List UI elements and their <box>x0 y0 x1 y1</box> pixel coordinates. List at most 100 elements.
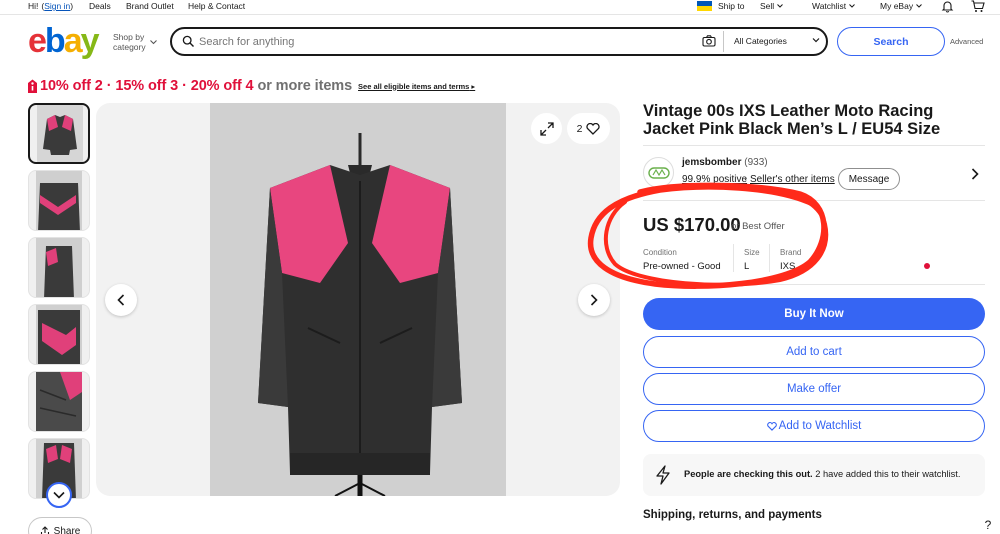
camera-icon[interactable] <box>702 35 716 47</box>
thumbnail-4[interactable] <box>28 304 90 365</box>
thumbnail-image <box>37 105 83 162</box>
add-to-cart-button[interactable]: Add to cart <box>643 336 985 368</box>
notice-text: People are checking this out. 2 have add… <box>684 469 960 479</box>
lightning-icon <box>656 465 670 485</box>
see-eligible-items-link[interactable]: See all eligible items and terms ▸ <box>358 82 475 91</box>
thumbnail-image <box>36 171 82 230</box>
seller-logo-icon <box>647 166 670 179</box>
shop-by-line2: category <box>113 42 146 52</box>
heart-icon <box>766 421 777 431</box>
main-image-viewer[interactable] <box>96 103 620 496</box>
promo-text: 10% off 2 · 15% off 3 · 20% off 4 or mor… <box>40 78 353 94</box>
see-eligible-items-label: See all eligible items and terms <box>358 81 470 91</box>
shop-by-category-button[interactable]: Shop by category <box>113 32 157 52</box>
promo-tail: or more items <box>257 78 353 94</box>
seller-feedback-count: (933) <box>744 157 768 168</box>
logo-letter: e <box>28 22 47 60</box>
thumbnail-scroll-down-button[interactable] <box>46 482 72 508</box>
expand-image-button[interactable] <box>531 113 562 144</box>
spec-separator <box>733 244 734 272</box>
item-title: Vintage 00s IXS Leather Moto Racing Jack… <box>643 102 941 138</box>
sell-label: Sell <box>760 1 775 11</box>
chevron-down-icon <box>777 4 784 8</box>
search-input[interactable] <box>199 33 679 51</box>
my-ebay-menu[interactable]: My eBay <box>880 1 922 11</box>
thumbnail-2[interactable] <box>28 170 90 231</box>
bell-icon <box>941 1 954 13</box>
notice-bold: People are checking this out. <box>684 469 813 479</box>
chevron-down-icon[interactable] <box>812 37 820 43</box>
seller-avatar[interactable] <box>643 157 674 188</box>
chevron-down-icon <box>916 4 922 8</box>
seller-divider <box>643 200 985 201</box>
cart-button[interactable] <box>971 0 985 13</box>
help-icon[interactable]: ? <box>979 516 997 534</box>
message-seller-button[interactable]: Message <box>838 168 900 190</box>
add-to-watchlist-label: Add to Watchlist <box>778 420 862 432</box>
seller-name[interactable]: jemsbomber (933) <box>682 157 768 168</box>
ship-to-button[interactable]: Ship to <box>697 1 744 11</box>
chevron-left-icon <box>117 294 125 306</box>
sell-menu[interactable]: Sell <box>760 1 784 11</box>
help-contact-link[interactable]: Help & Contact <box>188 1 245 11</box>
logo-letter: a <box>63 22 83 60</box>
brand-outlet-link[interactable]: Brand Outlet <box>126 1 174 11</box>
top-divider <box>0 14 1000 15</box>
seller-positive-link[interactable]: 99.9% positive <box>682 174 747 185</box>
product-photo <box>210 103 506 496</box>
brand-label: Brand <box>780 248 802 257</box>
brand-value: IXS <box>780 261 796 272</box>
search-icon <box>182 35 194 47</box>
greeting: Hi! (Sign in) <box>28 1 74 11</box>
category-select[interactable]: All Categories <box>734 36 787 46</box>
thumbnail-image <box>36 372 82 431</box>
chevron-right-icon <box>590 294 598 306</box>
thumbnail-3[interactable] <box>28 237 90 298</box>
watch-count-button[interactable]: 2 <box>567 113 610 144</box>
specs-divider <box>643 284 985 285</box>
previous-image-button[interactable] <box>105 284 137 316</box>
promo-offer-3: 20% off 4 <box>190 78 254 94</box>
notice-rest: 2 have added this to their watchlist. <box>815 469 961 479</box>
thumbnail-1[interactable] <box>28 103 90 164</box>
watchlist-menu[interactable]: Watchlist <box>812 1 856 11</box>
heart-icon <box>586 122 601 135</box>
condition-label: Condition <box>643 248 677 257</box>
thumbnail-image <box>36 305 82 364</box>
logo-letter: b <box>44 22 66 60</box>
sign-in-link[interactable]: Sign in <box>44 1 70 11</box>
cart-icon <box>971 0 985 12</box>
chevron-right-icon[interactable] <box>970 168 980 180</box>
spec-separator <box>769 244 770 272</box>
seller-other-items-link[interactable]: Seller's other items <box>750 174 835 185</box>
shipping-returns-header[interactable]: Shipping, returns, and payments <box>643 509 822 521</box>
size-label: Size <box>744 248 760 257</box>
ebay-logo[interactable]: ebay <box>28 22 100 60</box>
condition-value: Pre-owned - Good <box>643 261 721 272</box>
ship-to-label: Ship to <box>718 1 745 11</box>
thumbnail-5[interactable] <box>28 371 90 432</box>
shop-by-line1: Shop by <box>113 32 145 42</box>
share-button[interactable]: Share <box>28 517 92 534</box>
share-label: Share <box>53 525 81 534</box>
notifications-button[interactable] <box>941 0 954 13</box>
make-offer-button[interactable]: Make offer <box>643 373 985 405</box>
red-circle-annotation <box>587 182 829 289</box>
seller-username: jemsbomber <box>682 157 742 168</box>
add-to-watchlist-button[interactable]: Add to Watchlist <box>643 410 985 442</box>
advanced-search-link[interactable]: Advanced <box>950 37 983 46</box>
logo-letter: y <box>80 22 100 60</box>
next-image-button[interactable] <box>578 284 610 316</box>
promo-banner: 10% off 2 · 15% off 3 · 20% off 4 or mor… <box>27 77 475 95</box>
watch-count: 2 <box>576 122 583 135</box>
greeting-text: Hi! <box>28 1 39 11</box>
size-value: L <box>744 261 750 272</box>
search-button[interactable]: Search <box>837 27 945 56</box>
top-nav-bar: Hi! (Sign in) Deals Brand Outlet Help & … <box>0 0 1000 14</box>
chevron-down-icon <box>849 4 856 8</box>
deals-link[interactable]: Deals <box>89 1 111 11</box>
chevron-down-icon <box>53 491 65 499</box>
title-divider <box>643 145 985 146</box>
chevron-down-icon <box>149 40 157 45</box>
buy-it-now-button[interactable]: Buy It Now <box>643 298 985 330</box>
